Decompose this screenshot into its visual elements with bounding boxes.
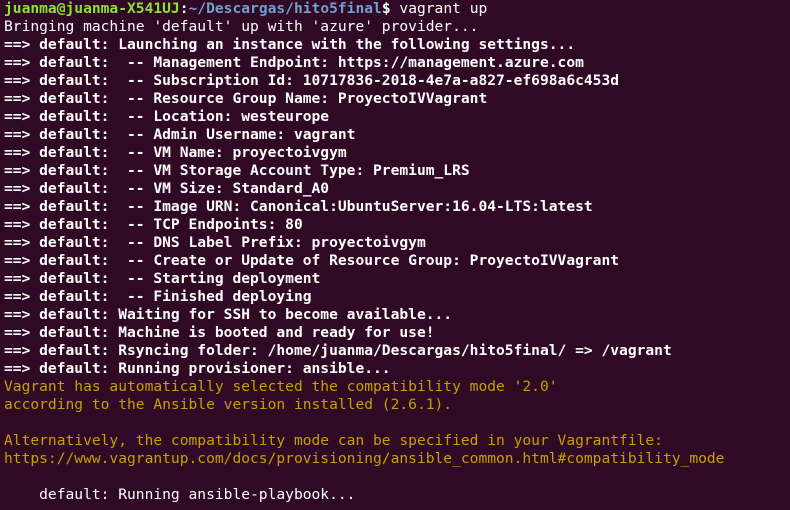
output-line: https://www.vagrantup.com/docs/provision…: [4, 450, 725, 467]
output-line: ==> default: Machine is booted and ready…: [4, 324, 435, 341]
output-line: ==> default: Rsyncing folder: /home/juan…: [4, 342, 672, 359]
output-line: ==> default: -- Starting deployment: [4, 270, 321, 287]
output-line: ==> default: -- Create or Update of Reso…: [4, 252, 620, 269]
output-line: ==> default: -- Admin Username: vagrant: [4, 126, 356, 143]
output-line: ==> default: -- VM Size: Standard_A0: [4, 180, 330, 197]
output-line: ==> default: -- Resource Group Name: Pro…: [4, 90, 488, 107]
terminal-window[interactable]: juanma@juanma-X541UJ:~/Descargas/hito5fi…: [0, 0, 790, 510]
output-line: Alternatively, the compatibility mode ca…: [4, 432, 663, 449]
output-line: according to the Ansible version install…: [4, 396, 453, 413]
output-line: ==> default: -- Image URN: Canonical:Ubu…: [4, 198, 593, 215]
output-line: default: Running ansible-playbook...: [4, 486, 356, 503]
prompt-symbol: $: [381, 0, 391, 17]
output-line: ==> default: -- DNS Label Prefix: proyec…: [4, 234, 426, 251]
output-line: ==> default: -- Subscription Id: 1071783…: [4, 72, 620, 89]
prompt-line: juanma@juanma-X541UJ:~/Descargas/hito5fi…: [4, 0, 786, 18]
output-line: ==> default: -- VM Storage Account Type:…: [4, 162, 470, 179]
output-line: ==> default: -- Location: westeurope: [4, 108, 330, 125]
output-line: ==> default: Launching an instance with …: [4, 36, 576, 53]
output-line: ==> default: -- VM Name: proyectoivgym: [4, 144, 347, 161]
output-line: ==> default: -- TCP Endpoints: 80: [4, 216, 303, 233]
prompt-separator: :: [179, 0, 189, 17]
prompt-path: ~/Descargas/hito5final: [188, 0, 382, 17]
output-line: ==> default: -- Finished deploying: [4, 288, 312, 305]
output-line: ==> default: -- Management Endpoint: htt…: [4, 54, 584, 71]
output-line: ==> default: Waiting for SSH to become a…: [4, 306, 453, 323]
output-line: Vagrant has automatically selected the c…: [4, 378, 558, 395]
output-line: Bringing machine 'default' up with 'azur…: [4, 18, 479, 35]
terminal-output: Bringing machine 'default' up with 'azur…: [4, 18, 786, 504]
prompt-user-host: juanma@juanma-X541UJ: [4, 0, 180, 17]
prompt-command: vagrant up: [390, 0, 488, 17]
output-line: ==> default: Running provisioner: ansibl…: [4, 360, 391, 377]
